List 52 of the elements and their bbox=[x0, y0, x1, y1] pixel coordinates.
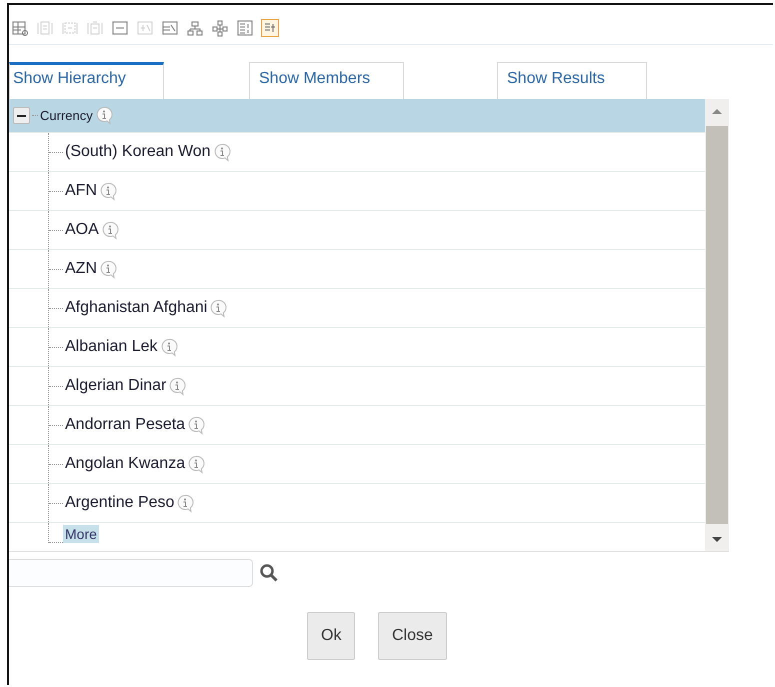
info-icon[interactable] bbox=[212, 142, 231, 162]
info-icon[interactable] bbox=[187, 454, 206, 474]
tree-label: AFN bbox=[64, 181, 98, 201]
box-icon[interactable] bbox=[161, 19, 179, 37]
minus-box-icon[interactable] bbox=[111, 19, 129, 37]
info-icon[interactable] bbox=[187, 416, 206, 434]
tree-label: Argentine Peso bbox=[64, 493, 176, 513]
more-link[interactable]: More bbox=[9, 523, 705, 543]
tree-row[interactable]: AOA bbox=[9, 211, 705, 250]
tree-row[interactable]: Andorran Peseta bbox=[9, 406, 705, 445]
search-icon[interactable] bbox=[259, 563, 279, 583]
tree-label: (South) Korean Won bbox=[64, 142, 212, 162]
tree-row[interactable]: AFN bbox=[9, 172, 705, 211]
tree-label: AOA bbox=[64, 220, 100, 240]
info-icon[interactable] bbox=[99, 260, 117, 278]
tree-label: Algerian Dinar bbox=[64, 376, 168, 396]
tree-label: Andorran Peseta bbox=[64, 415, 186, 435]
info-icon[interactable] bbox=[94, 106, 113, 125]
tree-label: Currency bbox=[39, 107, 94, 124]
tree-row[interactable]: Currency bbox=[9, 99, 705, 133]
tab[interactable]: Show Members bbox=[249, 62, 404, 99]
ok-button[interactable]: Ok bbox=[307, 612, 355, 660]
info-icon[interactable] bbox=[209, 298, 228, 318]
info-icon[interactable] bbox=[160, 338, 178, 356]
tree-label: Angolan Kwanza bbox=[64, 454, 186, 474]
tree-label: Albanian Lek bbox=[64, 337, 159, 357]
tree-row[interactable]: Algerian Dinar bbox=[9, 367, 705, 406]
tree-label: More bbox=[63, 525, 99, 543]
tab[interactable]: Show Hierarchy bbox=[9, 62, 164, 99]
scroll-thumb[interactable] bbox=[706, 126, 728, 524]
tree-row[interactable]: Argentine Peso bbox=[9, 484, 705, 523]
info-icon[interactable] bbox=[100, 220, 119, 240]
hierarchy-icon[interactable] bbox=[186, 19, 204, 37]
info-icon[interactable] bbox=[176, 494, 194, 512]
list-icon[interactable] bbox=[236, 19, 254, 37]
tree-row[interactable]: (South) Korean Won bbox=[9, 133, 705, 172]
tree-row[interactable]: AZN bbox=[9, 250, 705, 289]
tree-label: AZN bbox=[64, 259, 98, 279]
tree-row[interactable]: Afghanistan Afghani bbox=[9, 289, 705, 328]
tree-row[interactable]: Albanian Lek bbox=[9, 328, 705, 367]
zoom-grid-icon[interactable] bbox=[11, 19, 29, 37]
hierarchy-icon[interactable] bbox=[211, 19, 229, 37]
list-icon[interactable] bbox=[261, 19, 279, 37]
info-icon[interactable] bbox=[99, 182, 117, 200]
close-button[interactable]: Close bbox=[378, 612, 447, 660]
scrollbar[interactable] bbox=[705, 99, 729, 551]
collapse-icon[interactable] bbox=[13, 107, 30, 124]
info-icon[interactable] bbox=[168, 376, 186, 396]
tab[interactable]: Show Results bbox=[497, 62, 647, 99]
search-field[interactable] bbox=[9, 559, 253, 587]
tree-label: Afghanistan Afghani bbox=[64, 298, 208, 318]
tree-row[interactable]: Angolan Kwanza bbox=[9, 445, 705, 484]
